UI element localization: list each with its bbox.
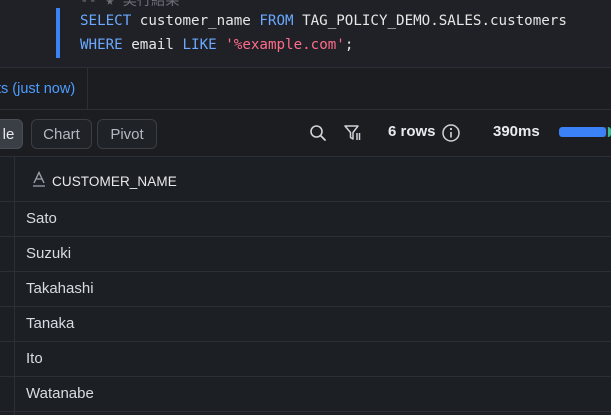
keyword-from: FROM: [259, 13, 294, 29]
column-header-customer-name[interactable]: CUSTOMER_NAME: [32, 170, 177, 191]
column-header-row: CUSTOMER_NAME: [0, 156, 611, 202]
table-row[interactable]: Sato: [0, 202, 611, 237]
table-row[interactable]: Takahashi: [0, 272, 611, 307]
code-line-select[interactable]: SELECT customer_name FROM TAG_POLICY_DEM…: [80, 13, 567, 29]
cell-customer-name[interactable]: Takahashi: [26, 280, 94, 297]
code-text: TAG_POLICY_DEMO.SALES.customers: [293, 13, 567, 29]
tab-results-label: ts (just now): [0, 81, 76, 97]
code-text: customer_name: [131, 13, 260, 29]
code-text: ;: [344, 37, 354, 53]
keyword-select: SELECT: [80, 13, 132, 29]
keyword-like: LIKE: [182, 37, 217, 53]
cell-customer-name[interactable]: Sato: [26, 210, 57, 227]
code-comment-line: -- ★ 実行結果: [80, 0, 180, 9]
results-grid: CUSTOMER_NAME Sato Suzuki Takahashi Tanaka I…: [0, 156, 611, 415]
progress-fill: [559, 127, 606, 137]
table-row[interactable]: Watanabe: [0, 377, 611, 412]
table-row[interactable]: Tanaka: [0, 307, 611, 342]
table-row[interactable]: Suzuki: [0, 237, 611, 272]
pivot-view-label: Pivot: [110, 125, 144, 143]
query-duration: 390ms: [493, 123, 540, 140]
string-literal: '%example.com': [225, 37, 345, 53]
cell-customer-name[interactable]: Watanabe: [26, 385, 94, 402]
active-statement-bar: [56, 8, 60, 58]
chart-view-label: Chart: [43, 125, 80, 143]
chart-view-button[interactable]: Chart: [31, 119, 92, 149]
tab-results[interactable]: ts (just now): [0, 68, 89, 110]
row-count: 6 rows: [388, 123, 436, 140]
cell-customer-name[interactable]: Suzuki: [26, 245, 71, 262]
results-tab-bar: ts (just now): [0, 67, 611, 110]
query-progress-bar: [559, 127, 611, 137]
code-text: email: [122, 37, 183, 53]
cell-customer-name[interactable]: Ito: [26, 350, 43, 367]
code-line-where[interactable]: WHERE email LIKE '%example.com';: [80, 37, 353, 53]
cell-customer-name[interactable]: Tanaka: [26, 315, 74, 332]
info-icon[interactable]: [441, 123, 461, 148]
pivot-view-button[interactable]: Pivot: [97, 119, 157, 149]
table-row[interactable]: Ito: [0, 342, 611, 377]
table-view-label: le: [2, 125, 15, 143]
sql-editor[interactable]: -- ★ 実行結果 SELECT customer_name FROM TAG_…: [0, 0, 611, 67]
keyword-where: WHERE: [80, 37, 123, 53]
table-view-button[interactable]: le: [0, 119, 23, 149]
search-icon[interactable]: [308, 123, 328, 143]
filter-columns-icon[interactable]: [343, 123, 363, 143]
column-header-label: CUSTOMER_NAME: [52, 173, 177, 189]
text-type-icon: [32, 170, 46, 191]
